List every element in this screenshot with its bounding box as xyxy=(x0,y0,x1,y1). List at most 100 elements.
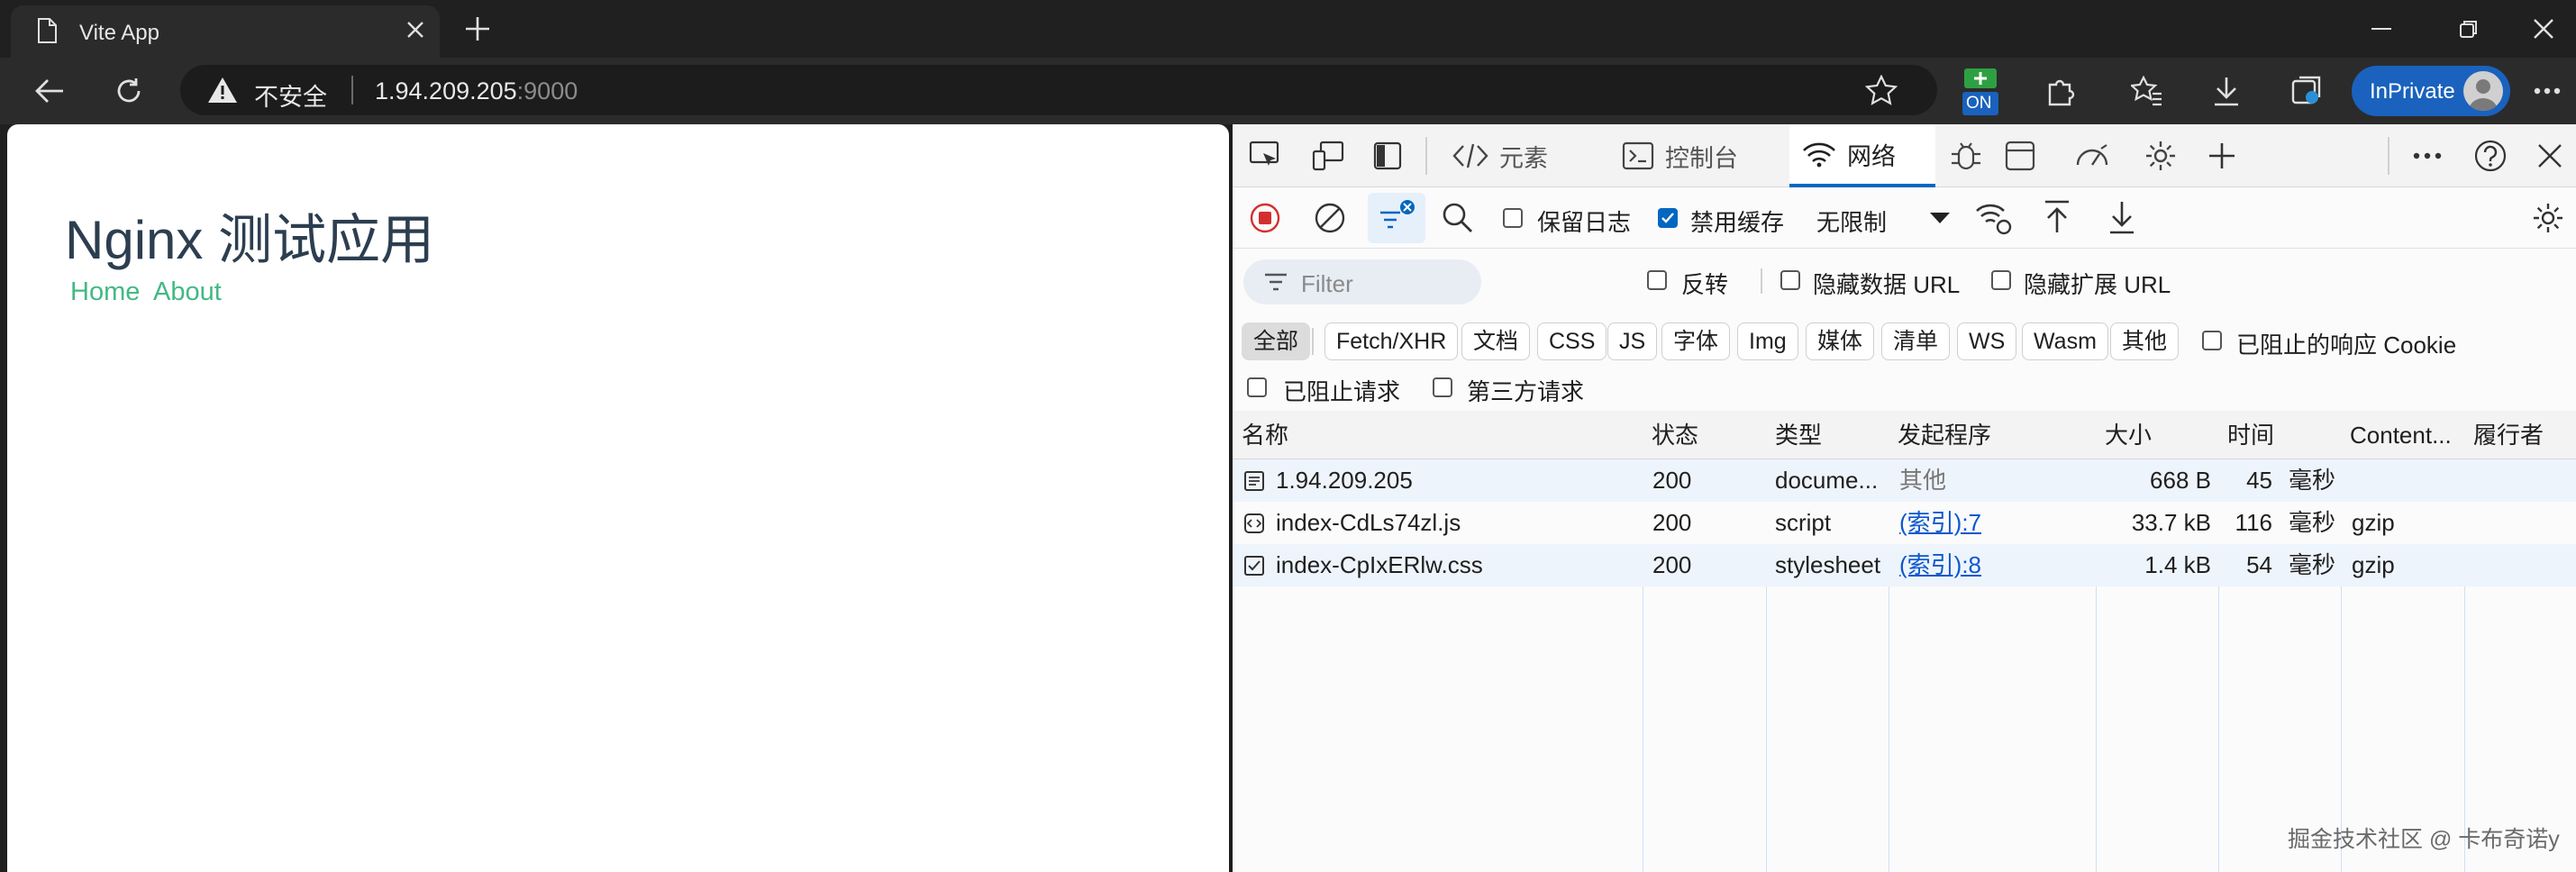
favorite-star-icon[interactable] xyxy=(1865,75,1898,105)
url-text[interactable]: 1.94.209.205:9000 xyxy=(375,77,578,105)
preserve-log-checkbox[interactable] xyxy=(1503,208,1523,228)
column-header-status[interactable]: 状态 xyxy=(1643,411,1766,459)
address-bar[interactable]: 不安全 1.94.209.205:9000 xyxy=(180,65,1937,115)
column-header-name[interactable]: 名称 xyxy=(1233,411,1643,459)
browser-tab[interactable]: Vite App xyxy=(11,5,440,58)
column-header-time[interactable]: 时间 xyxy=(2218,411,2341,459)
back-icon[interactable] xyxy=(29,70,70,112)
more-menu-icon[interactable] xyxy=(2526,70,2568,112)
type-filter-font[interactable]: 字体 xyxy=(1661,322,1731,360)
throttle-select[interactable]: 无限制 xyxy=(1809,196,1953,240)
tab-separator xyxy=(1425,137,1427,175)
request-initiator-link[interactable]: (索引):8 xyxy=(1899,544,1981,586)
filter-input[interactable]: Filter xyxy=(1243,259,1481,304)
blocked-cookies-checkbox[interactable] xyxy=(2202,331,2222,350)
column-header-size[interactable]: 大小 xyxy=(2096,411,2218,459)
type-filter-other[interactable]: 其他 xyxy=(2110,322,2180,360)
filter-toggle-button[interactable] xyxy=(1368,193,1425,243)
minimize-icon[interactable] xyxy=(2343,0,2420,58)
export-har-icon[interactable] xyxy=(2108,200,2135,234)
devtools-panel: 元素 控制台 网络 保留日志 禁用缓存 无限制 Filter 反转 隐藏数据 U… xyxy=(1229,124,2576,872)
column-header-content-encoding[interactable]: Content... xyxy=(2341,411,2464,459)
network-toolbar: 保留日志 禁用缓存 无限制 xyxy=(1233,187,2576,249)
resource-type-filters: 全部 Fetch/XHR 文档 CSS JS 字体 Img 媒体 清单 WS W… xyxy=(1233,312,2576,405)
chip-separator xyxy=(1312,328,1314,355)
search-icon[interactable] xyxy=(1442,202,1474,234)
type-filter-doc[interactable]: 文档 xyxy=(1461,322,1531,360)
blocked-requests-checkbox[interactable] xyxy=(1247,377,1267,397)
new-tab-icon[interactable] xyxy=(463,14,492,43)
type-filter-js[interactable]: JS xyxy=(1607,322,1658,360)
type-filter-css[interactable]: CSS xyxy=(1537,322,1607,360)
type-filter-fetch-xhr[interactable]: Fetch/XHR xyxy=(1324,322,1459,360)
column-header-fulfilled-by[interactable]: 履行者 xyxy=(2464,411,2576,459)
extensions-puzzle-icon[interactable] xyxy=(2041,70,2082,112)
request-content-encoding: gzip xyxy=(2352,509,2395,536)
refresh-icon[interactable] xyxy=(108,70,150,112)
request-initiator-link[interactable]: (索引):7 xyxy=(1899,502,1981,544)
table-row[interactable]: index-CdLs74zl.js 200 script (索引):7 33.7… xyxy=(1233,502,2576,544)
performance-icon[interactable] xyxy=(2074,138,2110,174)
disable-cache-label: 禁用缓存 xyxy=(1690,209,1785,236)
browser-toolbar: 不安全 1.94.209.205:9000 ON InPrivate xyxy=(0,58,2576,124)
tab-network[interactable]: 网络 xyxy=(1789,124,1935,187)
third-party-checkbox[interactable] xyxy=(1433,377,1452,397)
type-filter-ws[interactable]: WS xyxy=(1957,322,2017,360)
favorites-icon[interactable] xyxy=(2126,70,2168,112)
help-icon[interactable] xyxy=(2472,138,2508,174)
nav-link-home[interactable]: Home xyxy=(70,277,140,307)
restore-icon[interactable] xyxy=(2430,0,2508,58)
table-row[interactable]: index-CpIxERlw.css 200 stylesheet (索引):8… xyxy=(1233,544,2576,586)
table-row[interactable]: 1.94.209.205 200 docume... 其他 668 B 45 毫… xyxy=(1233,459,2576,502)
security-warning-label[interactable]: 不安全 xyxy=(254,77,327,113)
blocked-requests-label: 已阻止请求 xyxy=(1283,378,1401,405)
disable-cache-checkbox[interactable] xyxy=(1658,208,1678,228)
type-filter-all[interactable]: 全部 xyxy=(1242,322,1311,360)
request-size: 1.4 kB xyxy=(2144,551,2211,578)
import-har-icon[interactable] xyxy=(2044,200,2071,234)
close-devtools-icon[interactable] xyxy=(2532,138,2568,174)
close-window-icon[interactable] xyxy=(2511,0,2576,58)
downloads-icon[interactable] xyxy=(2206,70,2247,112)
nav-link-about[interactable]: About xyxy=(153,277,222,307)
extension-on-icon[interactable]: ON xyxy=(1959,65,2002,119)
chevron-down-icon xyxy=(1930,213,1950,223)
request-name[interactable]: 1.94.209.205 xyxy=(1276,459,1636,502)
tab-console[interactable]: 控制台 xyxy=(1611,124,1782,187)
close-tab-icon[interactable] xyxy=(405,20,425,40)
clear-icon[interactable] xyxy=(1314,202,1346,234)
inprivate-button[interactable]: InPrivate xyxy=(2352,66,2510,116)
bug-icon[interactable] xyxy=(1948,138,1984,174)
record-stop-icon[interactable] xyxy=(1249,202,1281,234)
invert-checkbox[interactable] xyxy=(1647,270,1667,290)
type-filter-manifest[interactable]: 清单 xyxy=(1881,322,1951,360)
hide-data-urls-checkbox[interactable] xyxy=(1780,270,1800,290)
column-header-type[interactable]: 类型 xyxy=(1766,411,1889,459)
more-options-icon[interactable] xyxy=(2409,138,2445,174)
dock-side-icon[interactable] xyxy=(1370,138,1406,174)
edge-collections-icon[interactable] xyxy=(2286,70,2327,112)
network-request-table: 名称 状态 类型 发起程序 大小 时间 Content... 履行者 1.94.… xyxy=(1233,411,2576,872)
inprivate-label: InPrivate xyxy=(2370,79,2455,104)
type-filter-img[interactable]: Img xyxy=(1737,322,1798,360)
request-name[interactable]: index-CpIxERlw.css xyxy=(1276,544,1636,586)
request-name[interactable]: index-CdLs74zl.js xyxy=(1276,502,1636,544)
type-filter-wasm[interactable]: Wasm xyxy=(2022,322,2108,360)
application-icon[interactable] xyxy=(2002,138,2038,174)
add-tool-icon[interactable] xyxy=(2204,138,2240,174)
hide-data-urls-label: 隐藏数据 URL xyxy=(1813,271,1961,298)
network-conditions-icon[interactable] xyxy=(1975,200,2013,236)
column-header-initiator[interactable]: 发起程序 xyxy=(1889,411,2096,459)
device-emulation-icon[interactable] xyxy=(1310,138,1346,174)
address-separator xyxy=(351,76,353,104)
type-filter-media[interactable]: 媒体 xyxy=(1806,322,1875,360)
hide-extension-urls-checkbox[interactable] xyxy=(1991,270,2011,290)
tab-elements[interactable]: 元素 xyxy=(1442,124,1595,187)
inspect-element-icon[interactable] xyxy=(1247,138,1283,174)
page-viewport: Nginx 测试应用 Home About xyxy=(7,124,1229,872)
network-settings-icon[interactable] xyxy=(2532,202,2564,234)
warning-icon[interactable] xyxy=(207,77,238,104)
settings-gear-icon[interactable] xyxy=(2143,138,2179,174)
request-status: 200 xyxy=(1652,467,1692,494)
request-time: 54 xyxy=(2246,551,2272,578)
